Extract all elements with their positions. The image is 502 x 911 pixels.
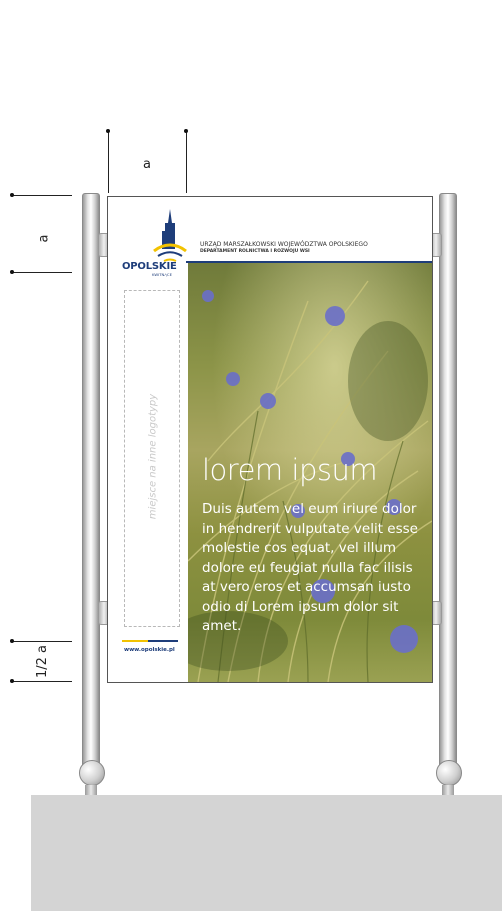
right-ball-joint	[436, 760, 462, 786]
dim-top-left-line	[108, 131, 109, 193]
website-bar-yellow	[122, 640, 148, 642]
brand-name: OPOLSKIE	[122, 261, 177, 272]
dim-half-label: 1/2 a	[35, 644, 51, 679]
logo-placeholder-box: miejsce na inne logotypy	[124, 290, 180, 627]
castle-tower-icon	[153, 209, 187, 262]
dim-half-bottom-line	[12, 681, 72, 682]
opolskie-logo: OPOLSKIE KWITNĄCE	[108, 197, 188, 277]
sign-panel: OPOLSKIE KWITNĄCE URZĄD MARSZAŁKOWSKI WO…	[107, 196, 433, 683]
brand-tagline: KWITNĄCE	[152, 272, 172, 277]
dim-top-right-dot	[184, 129, 188, 133]
dim-side-top-line	[12, 195, 72, 196]
dim-side-top-dot	[10, 193, 14, 197]
dim-side-bottom-dot	[10, 270, 14, 274]
body-text: Duis autem vel eum iriure dolor in hendr…	[202, 501, 418, 634]
cornflower-1	[325, 306, 345, 326]
website-url: www.opolskie.pl	[124, 647, 175, 653]
dim-top-left-dot	[106, 129, 110, 133]
cornflower-3	[226, 372, 240, 386]
website-bar-blue	[148, 640, 178, 642]
left-ball-joint	[79, 760, 105, 786]
office-name: URZĄD MARSZAŁKOWSKI WOJEWÓDZTWA OPOLSKIE…	[200, 241, 368, 248]
right-foot	[442, 785, 454, 795]
dim-side-label: a	[36, 234, 52, 243]
logo-placeholder-note: miejsce na inne logotypy	[147, 393, 159, 520]
left-foot	[85, 785, 97, 795]
headline: lorem ipsum	[202, 453, 378, 487]
left-post	[82, 193, 100, 780]
dim-half-top-dot	[10, 639, 14, 643]
office-text: URZĄD MARSZAŁKOWSKI WOJEWÓDZTWA OPOLSKIE…	[200, 241, 368, 255]
dim-side-bottom-line	[12, 272, 72, 273]
cornflower-2	[260, 393, 276, 409]
ground-strip	[31, 795, 502, 911]
dim-top-right-line	[186, 131, 187, 193]
cornflower-8	[202, 290, 214, 302]
department-name: DEPARTAMENT ROLNICTWA I ROZWOJU WSI	[200, 249, 310, 254]
header-divider	[186, 261, 432, 263]
dim-half-top-line	[12, 641, 72, 642]
dim-half-bottom-dot	[10, 679, 14, 683]
dim-top-label: a	[143, 157, 151, 172]
right-post	[439, 193, 457, 780]
